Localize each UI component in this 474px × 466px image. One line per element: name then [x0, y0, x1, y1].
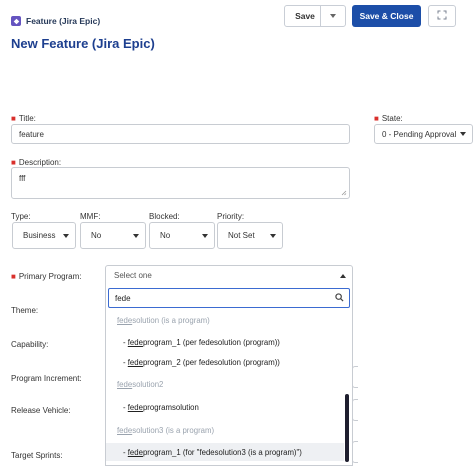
chevron-down-icon	[460, 132, 466, 136]
option-match-text: fede	[117, 425, 133, 435]
resize-handle-icon[interactable]	[341, 190, 347, 196]
description-label: Description:	[18, 158, 62, 167]
type-value: Business	[23, 231, 56, 240]
program-increment-label: Program Increment:	[11, 374, 82, 383]
search-icon	[335, 292, 344, 304]
release-vehicle-label: Release Vehicle:	[11, 406, 71, 415]
title-label: Title:	[18, 114, 36, 123]
mmf-select[interactable]: No	[80, 222, 146, 249]
option-match-text: fede	[127, 337, 143, 347]
option-label-text: solution3 (is a program)	[132, 425, 215, 435]
option-match-text: fede	[127, 447, 143, 457]
state-value: 0 - Pending Approval	[382, 129, 457, 139]
blocked-label: Blocked:	[149, 212, 180, 221]
option-label-text: solution2	[132, 379, 164, 389]
expand-icon	[437, 10, 447, 22]
chevron-up-icon	[340, 273, 346, 278]
primary-program-select[interactable]: Select one	[105, 265, 353, 286]
chevron-down-icon	[270, 233, 276, 238]
option-match-text: fede	[117, 379, 133, 389]
description-value: fff	[19, 174, 26, 183]
target-sprints-label: Target Sprints:	[11, 451, 63, 460]
option-label-text: program_2 (per fedesolution (program))	[142, 357, 280, 367]
option-label-text: programsolution	[142, 402, 199, 412]
required-marker: ■	[11, 114, 16, 123]
priority-select[interactable]: Not Set	[217, 222, 283, 249]
dropdown-option[interactable]: - fede programsolution	[106, 398, 344, 416]
option-label-text: solution (is a program)	[132, 315, 210, 325]
page-title: New Feature (Jira Epic)	[11, 36, 155, 51]
dropdown-group-header: fede solution2	[106, 375, 344, 393]
chevron-down-icon	[133, 233, 139, 238]
capability-label: Capability:	[11, 340, 49, 349]
expand-button[interactable]	[428, 5, 456, 27]
mmf-label: MMF:	[80, 212, 101, 221]
required-marker: ■	[11, 272, 16, 281]
dropdown-group-header: fede solution3 (is a program)	[106, 421, 344, 439]
theme-label: Theme:	[11, 306, 39, 315]
dropdown-option[interactable]: - fede program_1 (per fedesolution (progr…	[106, 333, 344, 351]
dropdown-option[interactable]: - fede program_2 (per fedesolution (progr…	[106, 353, 344, 371]
option-label-text: program_1 (per fedesolution (program))	[142, 337, 280, 347]
dropdown-search-value: fede	[115, 293, 131, 303]
dropdown-scrollbar[interactable]	[345, 394, 349, 462]
chevron-down-icon	[202, 233, 208, 238]
blocked-value: No	[160, 231, 171, 240]
option-match-text: fede	[117, 315, 133, 325]
title-input[interactable]: feature	[11, 124, 350, 144]
option-match-text: fede	[127, 402, 143, 412]
required-marker: ■	[11, 158, 16, 167]
chevron-down-icon	[330, 14, 336, 18]
chevron-down-icon	[63, 233, 69, 238]
blocked-select[interactable]: No	[149, 222, 215, 249]
title-label-row: ■ Title:	[11, 113, 36, 123]
dropdown-group-header: fede solution (is a program)	[106, 311, 344, 329]
save-options-button[interactable]	[320, 5, 346, 27]
item-type-badge: Feature (Jira Epic)	[11, 16, 100, 26]
primary-program-placeholder: Select one	[114, 271, 152, 280]
description-textarea[interactable]: fff	[11, 167, 350, 199]
option-match-text: fede	[127, 357, 143, 367]
option-label-text: program_1 (for "fedesolution3 (is a prog…	[142, 447, 302, 457]
primary-program-label-row: ■ Primary Program:	[11, 271, 82, 281]
dropdown-search-input[interactable]: fede	[108, 288, 350, 308]
state-label: State:	[381, 114, 403, 123]
dropdown-option[interactable]: - fede program_1 (for "fedesolution3 (is …	[106, 443, 344, 461]
save-and-close-button[interactable]: Save & Close	[352, 5, 421, 27]
badge-label: Feature (Jira Epic)	[26, 16, 101, 26]
description-label-row: ■ Description:	[11, 157, 61, 167]
state-label-row: ■ State:	[374, 113, 403, 123]
state-select[interactable]: 0 - Pending Approval	[374, 124, 473, 144]
type-select[interactable]: Business	[12, 222, 76, 249]
priority-label: Priority:	[217, 212, 245, 221]
primary-program-label: Primary Program:	[18, 272, 82, 281]
priority-value: Not Set	[228, 231, 255, 240]
type-label: Type:	[11, 212, 31, 221]
feature-icon	[11, 16, 21, 26]
mmf-value: No	[91, 231, 102, 240]
required-marker: ■	[374, 114, 379, 123]
